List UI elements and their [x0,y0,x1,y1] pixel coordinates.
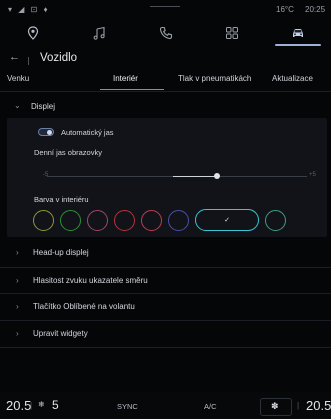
divider: | [297,401,300,410]
auto-brightness-toggle[interactable] [38,128,54,136]
page-title: Vozidlo [40,52,78,64]
row-label: Head-up displej [33,248,89,257]
color-swatch[interactable] [114,210,135,231]
location-pin-icon [27,26,39,40]
row-hlasitost[interactable]: › Hlasitost zvuku ukazatele směru [0,268,331,294]
nav-navigation[interactable] [0,18,66,48]
chevron-right-icon: › [16,276,19,285]
nav-vehicle[interactable] [265,18,331,48]
auto-brightness-label: Automatický jas [61,128,114,137]
divider: | [30,401,33,410]
brightness-label: Denní jas obrazovky [34,148,102,157]
fan-level[interactable]: 5 [52,398,59,412]
apps-grid-icon [225,27,238,39]
chevron-right-icon: › [16,248,19,257]
row-label: Tlačítko Oblíbené na volantu [33,302,135,311]
fan-icon: ✽ [271,401,279,411]
tab-venku[interactable]: Venku [7,74,29,83]
displej-panel: Automatický jas Denní jas obrazovky -5 +… [7,118,327,237]
seat-heat-icon[interactable]: ❄ [38,400,45,409]
temperature-readout: 16°C [276,5,294,14]
tab-aktualizace[interactable]: Aktualizace [272,74,313,83]
nav-phone[interactable] [132,18,198,48]
color-swatch[interactable] [265,210,286,231]
back-button[interactable]: ← [9,51,20,63]
nav-apps[interactable] [199,18,265,48]
status-divider [150,6,180,7]
slider-fill [173,176,218,177]
chevron-right-icon: › [16,302,19,311]
left-temperature[interactable]: 20.5 [6,398,31,413]
nav-media[interactable] [66,18,132,48]
color-swatch-selected[interactable]: ✓ [195,209,259,231]
brightness-slider[interactable] [47,173,307,179]
climate-bar: 20.5 | ❄ 5 SYNC A/C ✽ | 20.5 [0,392,331,419]
clock: 20:25 [305,5,326,14]
color-swatch[interactable] [33,210,54,231]
check-icon: ✓ [224,217,230,224]
row-upravit-widgety[interactable]: › Upravit widgety [0,321,331,347]
row-divider [0,347,331,348]
music-note-icon [93,26,105,40]
interior-color-label: Barva v interiéru [34,195,89,204]
color-swatch[interactable] [60,210,81,231]
phone-icon [159,26,172,40]
slider-max-label: +5 [309,172,316,178]
tabs-divider [0,91,331,92]
page-header: ← Vozidlo [0,48,331,70]
tab-interier[interactable]: Interiér [113,74,138,83]
interior-color-picker: ✓ [33,208,323,232]
color-swatch[interactable] [168,210,189,231]
chevron-down-icon: ⌄ [14,101,21,110]
right-temperature[interactable]: 20.5 [306,398,331,413]
status-icons: ▾ ◢ ⊡ ♦ [8,5,50,14]
ac-button[interactable]: A/C [204,402,217,411]
car-icon [292,29,303,37]
active-tab-indicator [100,89,164,90]
color-swatch[interactable] [141,210,162,231]
sync-button[interactable]: SYNC [117,402,138,411]
main-nav [0,18,331,48]
row-tlacitko-oblibene[interactable]: › Tlačítko Oblíbené na volantu [0,294,331,320]
header-divider [28,57,29,65]
fan-control[interactable]: ✽ [260,398,292,416]
slider-min-label: -5 [43,172,49,178]
status-bar: ▾ ◢ ⊡ ♦ 16°C 20:25 [0,0,331,18]
color-swatch[interactable] [87,210,108,231]
tab-bar: Venku Interiér Tlak v pneumatikách Aktua… [0,70,331,90]
row-label: Hlasitost zvuku ukazatele směru [33,276,148,285]
row-label: Upravit widgety [33,329,88,338]
tab-tlak-v-pneumatikach[interactable]: Tlak v pneumatikách [178,74,251,83]
slider-knob[interactable] [214,173,220,179]
row-head-up-displej[interactable]: › Head-up displej [0,240,331,266]
chevron-right-icon: › [16,329,19,338]
section-displej-header[interactable]: ⌄ Displej [0,96,331,116]
section-displej-title: Displej [31,102,56,111]
